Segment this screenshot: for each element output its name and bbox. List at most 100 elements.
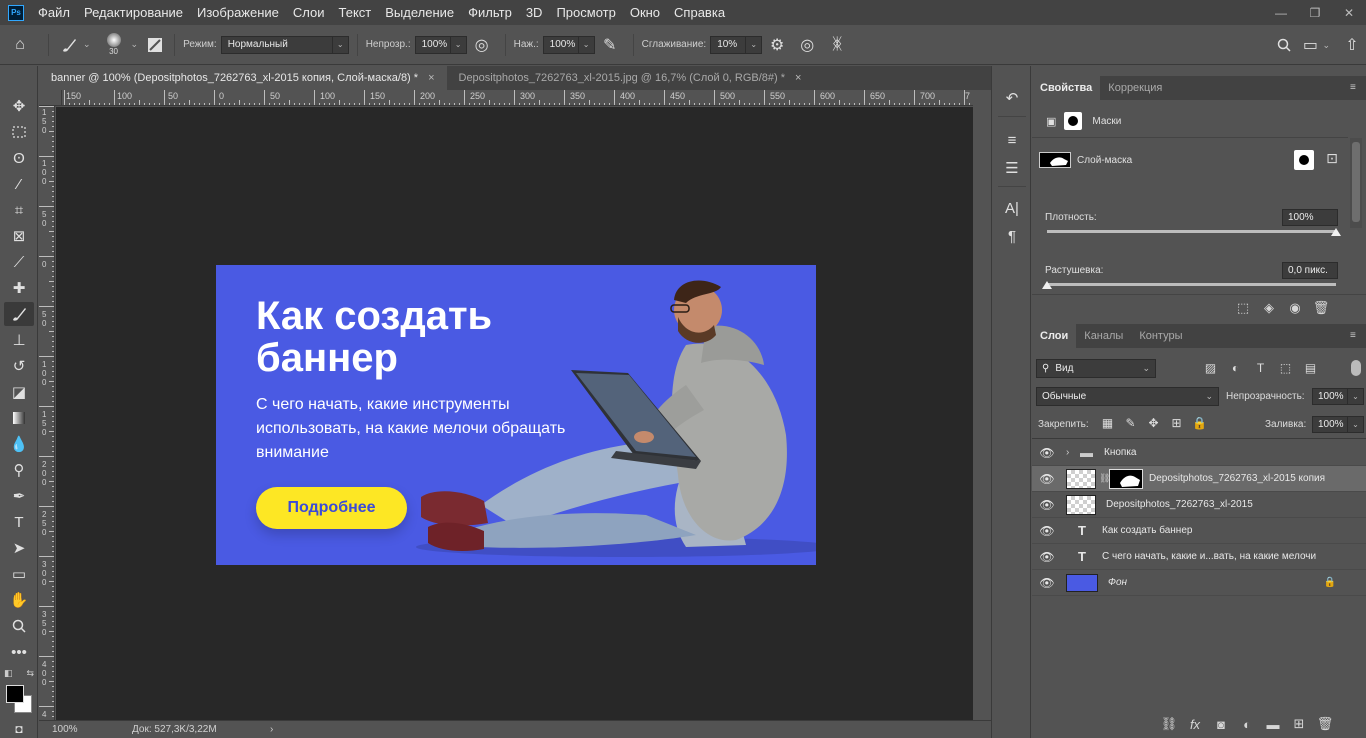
density-slider-thumb[interactable] [1331, 228, 1341, 236]
fx-icon[interactable]: fx [1182, 717, 1208, 732]
move-tool-icon[interactable]: ✥ [4, 94, 34, 118]
new-layer-icon[interactable]: ⊞ [1286, 716, 1312, 732]
menu-file[interactable]: Файл [38, 5, 70, 20]
history-icon[interactable]: ↶ [1000, 86, 1024, 110]
filter-adjustment-icon[interactable]: ◐ [1223, 361, 1248, 375]
eye-icon[interactable]: 👁 [1032, 576, 1062, 590]
healing-brush-icon[interactable]: ✚ [4, 276, 34, 300]
filter-smart-icon[interactable]: ▤ [1298, 361, 1323, 375]
flow-input[interactable]: 100% [542, 35, 579, 54]
lock-artboard-icon[interactable]: ⊞ [1165, 416, 1188, 430]
layer-row-group[interactable]: 👁 › ▬ Кнопка [1032, 440, 1366, 466]
menu-help[interactable]: Справка [674, 5, 725, 20]
pressure-size-icon[interactable]: ◎ [792, 35, 822, 55]
mode-select[interactable]: Нормальный [220, 35, 333, 54]
mask-thumbnail[interactable] [1039, 152, 1071, 168]
lock-position-icon[interactable]: ✥ [1142, 416, 1165, 430]
eraser-icon[interactable]: ◪ [4, 380, 34, 404]
chevron-down-icon[interactable]: ⌄ [1322, 40, 1330, 51]
trash-icon[interactable]: 🗑 [1312, 716, 1338, 732]
mask-thumbnail[interactable] [1109, 468, 1143, 489]
panel-menu-icon[interactable]: ≡ [1350, 330, 1360, 341]
tab-banner[interactable]: banner @ 100% (Depositphotos_7262763_xl-… [39, 66, 447, 90]
tab-depositphotos[interactable]: Depositphotos_7262763_xl-2015.jpg @ 16,7… [447, 66, 814, 90]
properties-scrollbar[interactable] [1350, 138, 1362, 228]
menu-image[interactable]: Изображение [197, 5, 279, 20]
menu-window[interactable]: Окно [630, 5, 660, 20]
lock-pixels-icon[interactable]: ✎ [1119, 416, 1142, 430]
stamp-tool-icon[interactable]: ⊥ [4, 328, 34, 352]
restore-icon[interactable]: ❐ [1298, 0, 1332, 25]
quick-mask-icon[interactable]: ◘ [4, 720, 34, 738]
banner-artboard[interactable]: Как создать баннер С чего начать, какие … [216, 265, 816, 565]
crop-tool-icon[interactable]: ⌗ [4, 198, 34, 222]
brush-settings-icon[interactable] [144, 37, 166, 53]
foreground-color-swatch[interactable] [6, 685, 24, 703]
new-group-icon[interactable]: ▬ [1260, 717, 1286, 732]
eye-icon[interactable]: 👁 [1032, 524, 1062, 538]
more-tools-icon[interactable]: ••• [4, 640, 34, 664]
eye-icon[interactable]: ◉ [1282, 300, 1308, 316]
search-icon[interactable] [1270, 38, 1298, 52]
filter-pixel-icon[interactable]: ▨ [1198, 361, 1223, 375]
adjustments-sliders-icon[interactable]: ☰ [1000, 156, 1024, 180]
menu-edit[interactable]: Редактирование [84, 5, 183, 20]
zoom-level[interactable]: 100% [52, 724, 132, 735]
chevron-down-icon[interactable]: ⌄ [332, 35, 349, 54]
tab-channels[interactable]: Каналы [1076, 324, 1131, 348]
blend-mode-select[interactable]: Обычные ⌄ [1036, 387, 1219, 406]
lock-transparency-icon[interactable]: ▦ [1096, 416, 1119, 430]
path-selection-icon[interactable]: ➤ [4, 536, 34, 560]
gradient-tool-icon[interactable] [4, 406, 34, 430]
chevron-down-icon[interactable]: ⌄ [450, 35, 467, 54]
symmetry-icon[interactable]: ᛤ [822, 36, 852, 54]
layer-filter-select[interactable]: ⚲ Вид ⌄ [1036, 359, 1156, 378]
zoom-tool-icon[interactable] [4, 614, 34, 638]
chevron-right-icon[interactable]: › [1066, 447, 1080, 458]
load-selection-icon[interactable]: ⬚ [1230, 300, 1256, 316]
close-icon[interactable]: × [795, 72, 801, 84]
eye-icon[interactable]: 👁 [1032, 472, 1062, 486]
brush-preset-picker[interactable]: 30 [99, 33, 129, 56]
tab-properties[interactable]: Свойства [1032, 76, 1101, 100]
add-mask-icon[interactable]: ◙ [1208, 717, 1234, 732]
layer-row-background[interactable]: 👁 Фон 🔒 [1032, 570, 1366, 596]
chevron-down-icon[interactable]: ⌄ [578, 35, 595, 54]
lock-all-icon[interactable]: 🔒 [1188, 416, 1211, 430]
link-layers-icon[interactable]: ⛓ [1156, 716, 1182, 732]
gear-icon[interactable]: ⚙ [762, 35, 792, 55]
opacity-input[interactable]: 100% [414, 35, 451, 54]
menu-type[interactable]: Текст [339, 5, 372, 20]
close-icon[interactable]: ✕ [1332, 0, 1366, 25]
chevron-down-icon[interactable]: ⌄ [1348, 416, 1364, 433]
menu-select[interactable]: Выделение [385, 5, 454, 20]
workspace-icon[interactable]: ▭ [1298, 35, 1322, 55]
filter-shape-icon[interactable]: ⬚ [1273, 361, 1298, 375]
chevron-down-icon[interactable]: ⌄ [131, 39, 139, 50]
dodge-tool-icon[interactable]: ⚲ [4, 458, 34, 482]
layer-row-text[interactable]: 👁 T С чего начать, какие и...вать, на ка… [1032, 544, 1366, 570]
filter-toggle[interactable] [1351, 360, 1361, 376]
trash-icon[interactable]: 🗑 [1308, 300, 1334, 316]
lasso-tool-icon[interactable]: ʘ [4, 146, 34, 170]
feather-slider[interactable] [1047, 283, 1336, 286]
eye-icon[interactable]: 👁 [1032, 498, 1062, 512]
brush-settings-icon[interactable]: ≡ [1000, 128, 1024, 152]
density-slider[interactable] [1047, 230, 1336, 233]
share-icon[interactable]: ⇧ [1338, 35, 1366, 55]
character-icon[interactable]: A| [1000, 196, 1024, 220]
marquee-tool-icon[interactable] [4, 120, 34, 144]
airbrush-icon[interactable]: ✎ [595, 35, 625, 55]
eye-icon[interactable]: 👁 [1032, 446, 1062, 460]
menu-view[interactable]: Просмотр [556, 5, 615, 20]
feather-slider-thumb[interactable] [1042, 281, 1052, 289]
pen-tool-icon[interactable]: ✒ [4, 484, 34, 508]
pressure-opacity-icon[interactable]: ◎ [467, 35, 497, 55]
minimize-icon[interactable]: — [1264, 0, 1298, 25]
type-tool-icon[interactable]: T [4, 510, 34, 534]
history-brush-icon[interactable]: ↺ [4, 354, 34, 378]
apply-mask-icon[interactable]: ◈ [1256, 300, 1282, 316]
status-arrow-icon[interactable]: › [270, 724, 273, 735]
menu-layers[interactable]: Слои [293, 5, 325, 20]
panel-menu-icon[interactable]: ≡ [1350, 82, 1360, 93]
